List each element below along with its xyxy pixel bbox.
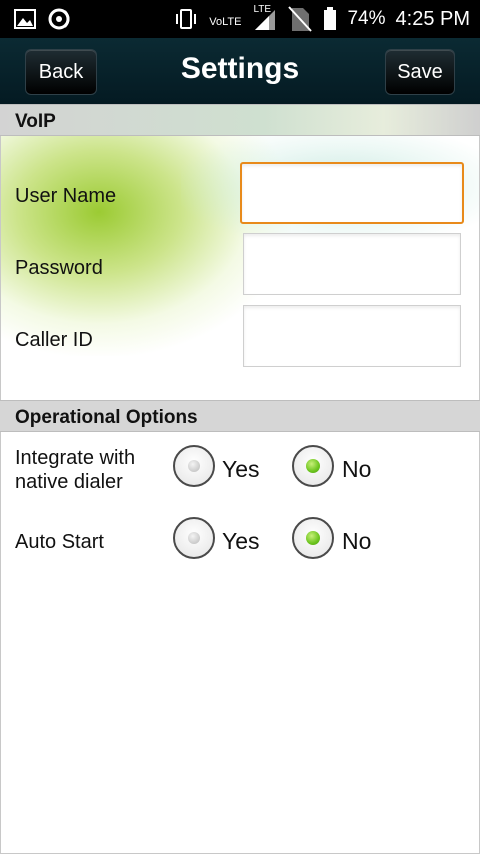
caller-id-input[interactable] (244, 306, 460, 366)
voip-section-title: VoIP (15, 111, 56, 132)
integrate-dialer-label-line2: native dialer (15, 471, 123, 493)
radio-dot-selected (306, 459, 320, 473)
signal-icon: LTE (251, 4, 277, 32)
username-label: User Name (15, 185, 117, 207)
integrate-dialer-label-line1: Integrate with (15, 447, 136, 469)
username-input[interactable] (242, 164, 462, 222)
app-header: Back Settings Save (0, 38, 480, 104)
radio-dot (188, 532, 200, 544)
integrate-dialer-yes-radio[interactable] (173, 445, 215, 487)
radio-dot-selected (306, 531, 320, 545)
username-field[interactable] (240, 162, 464, 224)
operational-section-header: Operational Options (0, 400, 480, 432)
caller-id-field[interactable] (243, 305, 461, 367)
radio-dot (188, 460, 200, 472)
integrate-dialer-no-label[interactable]: No (342, 456, 371, 483)
battery-icon (324, 7, 337, 30)
no-sim-icon (288, 6, 313, 32)
integrate-dialer-label: Integrate with native dialer (15, 446, 135, 494)
gallery-icon (14, 9, 36, 29)
auto-start-yes-radio[interactable] (173, 517, 215, 559)
auto-start-no-label[interactable]: No (342, 528, 371, 555)
vibrate-icon (176, 9, 197, 29)
auto-start-yes-label[interactable]: Yes (222, 528, 260, 555)
notification-icon (48, 8, 70, 30)
password-input[interactable] (244, 234, 460, 294)
auto-start-label: Auto Start (15, 531, 104, 553)
integrate-dialer-no-radio[interactable] (292, 445, 334, 487)
voip-section-header: VoIP (0, 104, 480, 136)
operational-section-title: Operational Options (15, 407, 198, 428)
clock: 4:25 PM (395, 7, 470, 30)
auto-start-no-radio[interactable] (292, 517, 334, 559)
operational-section (0, 432, 480, 854)
status-bar: VoLTE LTE 74% 4:25 PM (0, 0, 480, 38)
integrate-dialer-yes-label[interactable]: Yes (222, 456, 260, 483)
password-field[interactable] (243, 233, 461, 295)
caller-id-label: Caller ID (15, 329, 93, 351)
battery-percent: 74% (347, 8, 386, 29)
volte-indicator: VoLTE (209, 16, 242, 28)
save-button[interactable]: Save (385, 49, 455, 95)
password-label: Password (15, 257, 103, 279)
